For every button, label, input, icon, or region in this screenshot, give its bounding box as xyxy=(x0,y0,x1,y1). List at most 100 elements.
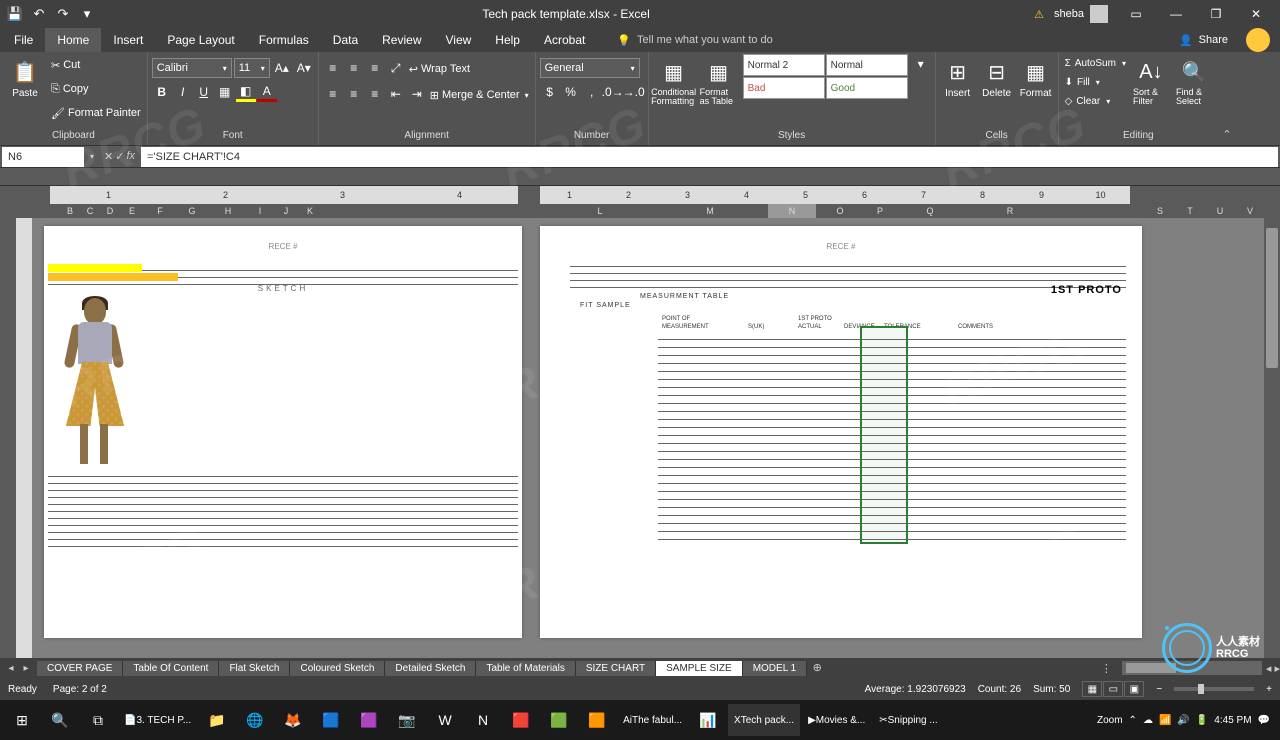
sheet-area[interactable]: RECE # SKETCH RECE # 1ST PROTO MEASURMEN… xyxy=(0,218,1280,658)
sheet-tab-toc[interactable]: Table Of Content xyxy=(123,661,219,676)
horizontal-scrollbar[interactable] xyxy=(1122,661,1262,675)
qat-more-icon[interactable]: ▾ xyxy=(76,3,98,25)
ribbon-display-icon[interactable]: ▭ xyxy=(1116,0,1156,28)
sort-filter-button[interactable]: A↓Sort & Filter xyxy=(1131,54,1171,110)
comma-icon[interactable]: , xyxy=(582,82,602,102)
style-normal[interactable]: Normal xyxy=(826,54,908,76)
name-box[interactable]: N6 xyxy=(2,147,84,167)
tray-wifi-icon[interactable]: 📶 xyxy=(1159,715,1171,726)
tab-file[interactable]: File xyxy=(2,28,45,52)
zoom-in-icon[interactable]: + xyxy=(1266,684,1272,695)
format-painter-button[interactable]: 🖌Format Painter xyxy=(49,102,143,124)
taskbar-word-icon[interactable]: W xyxy=(427,704,463,736)
fx-icon[interactable]: fx xyxy=(126,150,135,163)
merge-center-button[interactable]: ⊞Merge & Center▾ xyxy=(428,84,531,106)
font-size-combo[interactable]: 11▾ xyxy=(234,58,270,78)
tell-me-search[interactable]: 💡Tell me what you want to do xyxy=(617,34,772,47)
taskbar-excel[interactable]: X Tech pack... xyxy=(728,704,800,736)
inc-decimal-icon[interactable]: .0→ xyxy=(603,82,623,102)
align-center-icon[interactable]: ≡ xyxy=(344,84,364,104)
tab-split-icon[interactable]: ⋮ xyxy=(1095,662,1118,675)
tab-review[interactable]: Review xyxy=(370,28,433,52)
fill-color-button[interactable]: ◧ xyxy=(236,82,256,102)
wrap-text-button[interactable]: ↩Wrap Text xyxy=(407,58,472,80)
undo-icon[interactable]: ↶ xyxy=(28,3,50,25)
sheet-tab-sizechart[interactable]: SIZE CHART xyxy=(576,661,656,676)
cancel-formula-icon[interactable]: ✕ xyxy=(104,150,113,163)
paste-button[interactable]: 📋Paste xyxy=(4,54,46,103)
sheet-tab-materials[interactable]: Table of Materials xyxy=(476,661,575,676)
minimize-icon[interactable]: — xyxy=(1156,0,1196,28)
taskbar-app4-icon[interactable]: 🟩 xyxy=(541,704,577,736)
align-left-icon[interactable]: ≡ xyxy=(323,84,343,104)
taskbar-explorer-icon[interactable]: 📁 xyxy=(199,704,235,736)
align-right-icon[interactable]: ≡ xyxy=(365,84,385,104)
tab-help[interactable]: Help xyxy=(483,28,532,52)
add-sheet-icon[interactable]: ⊕ xyxy=(807,661,827,676)
zoom-slider[interactable] xyxy=(1174,687,1254,691)
vertical-scrollbar[interactable] xyxy=(1264,218,1280,658)
redo-icon[interactable]: ↷ xyxy=(52,3,74,25)
page-break-view-icon[interactable]: ▣ xyxy=(1124,681,1144,697)
bold-button[interactable]: B xyxy=(152,82,172,102)
styles-more-icon[interactable]: ▾ xyxy=(911,54,931,74)
tab-formulas[interactable]: Formulas xyxy=(247,28,321,52)
italic-button[interactable]: I xyxy=(173,82,193,102)
taskbar-edge-icon[interactable]: 🌐 xyxy=(237,704,273,736)
sheet-tab-flat[interactable]: Flat Sketch xyxy=(219,661,290,676)
align-bottom-icon[interactable]: ≡ xyxy=(365,58,385,78)
underline-button[interactable]: U xyxy=(194,82,214,102)
tab-acrobat[interactable]: Acrobat xyxy=(532,28,597,52)
conditional-formatting-button[interactable]: ▦Conditional Formatting xyxy=(653,54,695,110)
sheet-tab-coloured[interactable]: Coloured Sketch xyxy=(290,661,385,676)
tab-view[interactable]: View xyxy=(434,28,484,52)
tray-notifications-icon[interactable]: 💬 xyxy=(1258,715,1270,726)
tab-insert[interactable]: Insert xyxy=(101,28,155,52)
collapse-ribbon-icon[interactable]: ⌃ xyxy=(1218,52,1236,145)
vscroll-thumb[interactable] xyxy=(1266,228,1278,368)
page-canvas[interactable]: RECE # SKETCH RECE # 1ST PROTO MEASURMEN… xyxy=(32,218,1280,658)
fill-button[interactable]: ⬇Fill▾ xyxy=(1063,73,1128,91)
taskbar-app3-icon[interactable]: 🟥 xyxy=(503,704,539,736)
search-button[interactable]: 🔍 xyxy=(42,704,78,736)
formula-input[interactable]: ='SIZE CHART'!C4 xyxy=(141,147,1278,167)
increase-font-icon[interactable]: A▴ xyxy=(272,58,292,78)
page-layout-view-icon[interactable]: ▭ xyxy=(1103,681,1123,697)
tray-cloud-icon[interactable]: ☁ xyxy=(1143,715,1153,726)
cut-button[interactable]: ✂Cut xyxy=(49,54,143,76)
align-middle-icon[interactable]: ≡ xyxy=(344,58,364,78)
taskbar-app2-icon[interactable]: 🟪 xyxy=(351,704,387,736)
taskbar-movies[interactable]: ▶ Movies &... xyxy=(802,704,871,736)
percent-icon[interactable]: % xyxy=(561,82,581,102)
currency-icon[interactable]: $ xyxy=(540,82,560,102)
find-select-button[interactable]: 🔍Find & Select xyxy=(1174,54,1214,110)
format-as-table-button[interactable]: ▦Format as Table xyxy=(698,54,740,110)
style-good[interactable]: Good xyxy=(826,77,908,99)
column-headers[interactable]: BCD EFG HIJ KLM NOP QRS TUV xyxy=(0,204,1280,218)
taskbar-firefox-icon[interactable]: 🦊 xyxy=(275,704,311,736)
indent-dec-icon[interactable]: ⇤ xyxy=(386,84,406,104)
align-top-icon[interactable]: ≡ xyxy=(323,58,343,78)
orientation-icon[interactable]: ⤢ xyxy=(386,58,406,78)
close-icon[interactable]: ✕ xyxy=(1236,0,1276,28)
clear-button[interactable]: ◇Clear▾ xyxy=(1063,92,1128,110)
maximize-icon[interactable]: ❐ xyxy=(1196,0,1236,28)
taskbar-app-icon[interactable]: 🟦 xyxy=(313,704,349,736)
autosum-button[interactable]: ΣAutoSum▾ xyxy=(1063,54,1128,72)
tab-nav[interactable]: ◂▸ xyxy=(0,663,37,674)
taskbar-app5-icon[interactable]: 🟧 xyxy=(579,704,615,736)
tray-battery-icon[interactable]: 🔋 xyxy=(1196,715,1208,726)
decrease-font-icon[interactable]: A▾ xyxy=(294,58,314,78)
border-button[interactable]: ▦ xyxy=(215,82,235,102)
delete-cells-button[interactable]: ⊟Delete xyxy=(979,54,1015,103)
share-button[interactable]: 👤Share xyxy=(1169,34,1238,47)
zoom-out-icon[interactable]: − xyxy=(1156,684,1162,695)
style-bad[interactable]: Bad xyxy=(743,77,825,99)
sheet-tab-model1[interactable]: MODEL 1 xyxy=(743,661,808,676)
sheet-tab-samplesize[interactable]: SAMPLE SIZE xyxy=(656,661,743,676)
system-tray[interactable]: Zoom ⌃ ☁ 📶 🔊 🔋 4:45 PM 💬 xyxy=(1091,715,1276,726)
style-normal2[interactable]: Normal 2 xyxy=(743,54,825,76)
start-button[interactable]: ⊞ xyxy=(4,704,40,736)
tray-volume-icon[interactable]: 🔊 xyxy=(1177,715,1189,726)
taskbar-app-techp[interactable]: 📄3. TECH P... xyxy=(118,704,197,736)
